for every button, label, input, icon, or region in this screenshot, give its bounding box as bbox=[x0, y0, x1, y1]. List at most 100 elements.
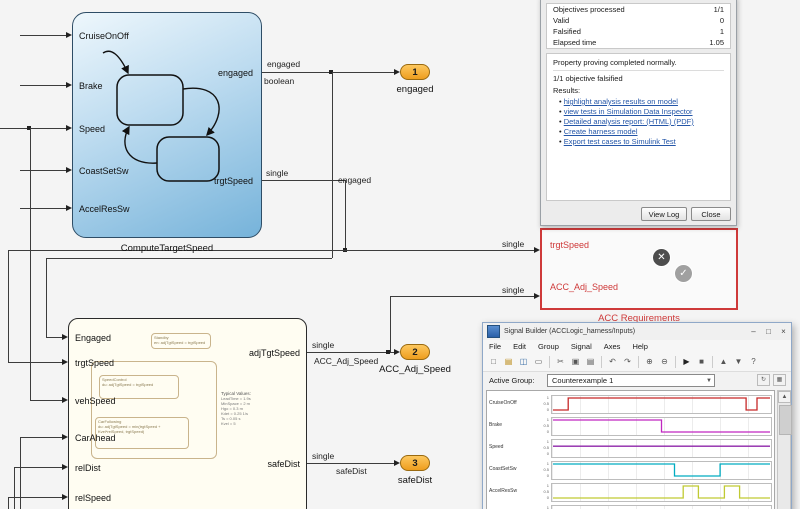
wire-trgtspeed-branch[interactable] bbox=[8, 362, 62, 363]
objectives-stats-panel: Objectives processed 1/1 Valid 0 Falsifi… bbox=[546, 3, 731, 49]
inport-label: Engaged bbox=[75, 333, 112, 343]
wire-vehspeed[interactable] bbox=[30, 400, 62, 401]
stat-label: Valid bbox=[553, 16, 570, 25]
wire-carahead[interactable] bbox=[20, 437, 21, 509]
open-icon[interactable]: ▤ bbox=[502, 355, 515, 369]
menu-signal[interactable]: Signal bbox=[565, 342, 598, 351]
inport-label: AccelResSw bbox=[79, 204, 130, 214]
menu-group[interactable]: Group bbox=[532, 342, 565, 351]
chart-computetargetspeed[interactable]: CruiseOnOff Brake Speed CoastSetSw Accel… bbox=[72, 12, 262, 238]
inport-label: Speed bbox=[79, 124, 106, 134]
scroll-up-icon[interactable]: ▲ bbox=[778, 391, 791, 403]
highlight-results-link[interactable]: highlight analysis results on model bbox=[564, 97, 678, 106]
save-icon[interactable]: ◫ bbox=[517, 355, 530, 369]
acc-requirements-box[interactable]: trgtSpeed ACC_Adj_Speed ✕ ✓ bbox=[540, 228, 738, 310]
up-icon[interactable]: ▲ bbox=[717, 355, 730, 369]
y-tick: 0 bbox=[546, 407, 549, 412]
signal-builder-icon bbox=[487, 325, 500, 338]
undo-icon[interactable]: ↶ bbox=[606, 355, 619, 369]
zoom-out-icon[interactable]: ⊖ bbox=[658, 355, 671, 369]
view-tests-link[interactable]: view tests in Simulation Data Inspector bbox=[564, 107, 693, 116]
signal-row: CruiseOnOff 1 0.5 0 bbox=[487, 394, 774, 415]
active-group-dropdown[interactable]: Counterexample 1 ▼ bbox=[547, 374, 715, 387]
wire-engaged-branch[interactable] bbox=[332, 72, 333, 258]
wire-engaged[interactable] bbox=[262, 72, 394, 73]
waveform-axes[interactable] bbox=[551, 461, 772, 480]
close-button[interactable]: Close bbox=[691, 207, 731, 221]
outport-2[interactable]: 2 bbox=[400, 344, 430, 360]
wire-relspeed[interactable] bbox=[8, 497, 62, 498]
waveform-axes[interactable] bbox=[551, 505, 772, 509]
signal-row: CoastSetSw 1 0.5 0 bbox=[487, 460, 774, 481]
wire-accadj-branch[interactable] bbox=[390, 296, 534, 297]
stop-icon[interactable]: ■ bbox=[695, 355, 708, 369]
wire-trgtspeed[interactable] bbox=[345, 180, 346, 250]
type-label-single: single bbox=[502, 239, 525, 249]
wire-relspeed[interactable] bbox=[8, 497, 9, 509]
result-link-row: • Export test cases to Simulink Test bbox=[559, 137, 676, 146]
minimize-button[interactable]: – bbox=[746, 326, 761, 338]
wire-trgtspeed[interactable] bbox=[262, 180, 345, 181]
wire-carahead[interactable] bbox=[20, 437, 62, 438]
wire-engaged-branch[interactable] bbox=[46, 258, 332, 259]
waveform-axes[interactable] bbox=[551, 483, 772, 502]
maximize-button[interactable]: □ bbox=[761, 326, 776, 338]
wire-speed-branch[interactable] bbox=[30, 128, 31, 400]
waveform-axes[interactable] bbox=[551, 439, 772, 458]
paste-icon[interactable]: ▤ bbox=[584, 355, 597, 369]
scrollbar-thumb[interactable] bbox=[779, 405, 792, 435]
stat-value: 1 bbox=[719, 27, 724, 36]
help-icon[interactable]: ? bbox=[747, 355, 760, 369]
waveform-svg bbox=[553, 445, 770, 447]
copy-icon[interactable]: ▣ bbox=[569, 355, 582, 369]
view-log-button[interactable]: View Log bbox=[641, 207, 687, 221]
wire-coastsetsw[interactable] bbox=[20, 170, 66, 171]
wire-brake[interactable] bbox=[20, 85, 66, 86]
grid-icon[interactable]: ▦ bbox=[773, 374, 786, 386]
wire-accadj-branch[interactable] bbox=[390, 296, 391, 352]
menu-axes[interactable]: Axes bbox=[598, 342, 627, 351]
waveform-svg bbox=[553, 463, 770, 477]
vertical-scrollbar[interactable]: ▲ bbox=[777, 390, 792, 509]
new-icon[interactable]: □ bbox=[487, 355, 500, 369]
cut-icon[interactable]: ✂ bbox=[554, 355, 567, 369]
y-tick: 0 bbox=[546, 495, 549, 500]
export-tests-link[interactable]: Export test cases to Simulink Test bbox=[564, 137, 676, 146]
wire-reldist[interactable] bbox=[14, 467, 62, 468]
signal-builder-window: Signal Builder (ACCLogic_harness/Inputs)… bbox=[482, 322, 792, 509]
wire-engaged-branch[interactable] bbox=[46, 337, 62, 338]
outport-1[interactable]: 1 bbox=[400, 64, 430, 80]
result-link-row: • Create harness model bbox=[559, 127, 638, 136]
close-window-button[interactable]: × bbox=[776, 326, 791, 338]
wire-trgtspeed-branch[interactable] bbox=[8, 250, 9, 362]
wire-speed[interactable] bbox=[0, 128, 66, 129]
toolbar-separator bbox=[675, 356, 676, 368]
wire-reldist[interactable] bbox=[14, 467, 15, 509]
zoom-in-icon[interactable]: ⊕ bbox=[643, 355, 656, 369]
wire-cruiseonoff[interactable] bbox=[20, 35, 66, 36]
signal-label-safedist: safeDist bbox=[336, 466, 367, 476]
menu-help[interactable]: Help bbox=[626, 342, 653, 351]
state-body: en: adjTgtSpeed = trgtSpeed bbox=[154, 340, 206, 345]
waveform-svg bbox=[553, 419, 770, 433]
chart-acclogic[interactable]: Standby en: adjTgtSpeed = trgtSpeed Spee… bbox=[68, 318, 307, 509]
y-tick: 1 bbox=[546, 417, 549, 422]
waveform-axes[interactable] bbox=[551, 395, 772, 414]
create-harness-link[interactable]: Create harness model bbox=[564, 127, 638, 136]
wire-safedist[interactable] bbox=[307, 463, 394, 464]
wire-adjtgtspeed[interactable] bbox=[307, 352, 394, 353]
refresh-icon[interactable]: ↻ bbox=[757, 374, 770, 386]
menu-edit[interactable]: Edit bbox=[507, 342, 532, 351]
run-icon[interactable]: ▶ bbox=[680, 355, 693, 369]
wire-engaged-branch[interactable] bbox=[46, 258, 47, 337]
redo-icon[interactable]: ↷ bbox=[621, 355, 634, 369]
waveform-axes[interactable] bbox=[551, 417, 772, 436]
outport-3[interactable]: 3 bbox=[400, 455, 430, 471]
stat-label: Objectives processed bbox=[553, 5, 625, 14]
down-icon[interactable]: ▼ bbox=[732, 355, 745, 369]
analysis-report-link[interactable]: Detailed analysis report: (HTML) (PDF) bbox=[564, 117, 694, 126]
result-link-row: • Detailed analysis report: (HTML) (PDF) bbox=[559, 117, 694, 126]
menu-file[interactable]: File bbox=[483, 342, 507, 351]
print-icon[interactable]: ▭ bbox=[532, 355, 545, 369]
wire-accelressw[interactable] bbox=[20, 208, 66, 209]
